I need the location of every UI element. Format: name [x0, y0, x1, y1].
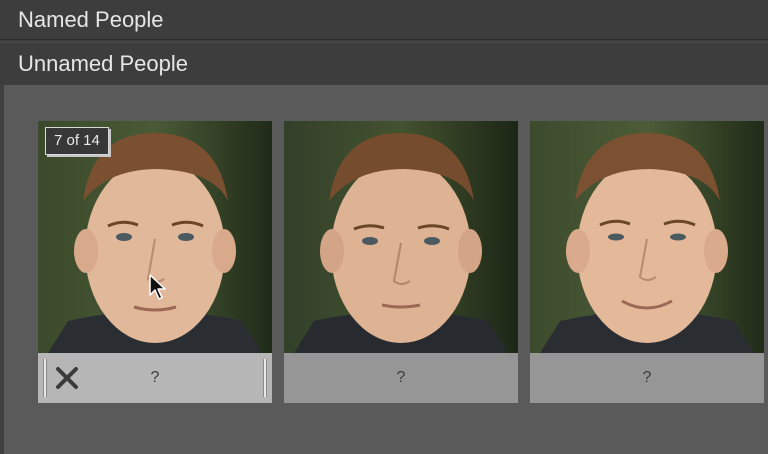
face-photo [38, 121, 272, 353]
face-card[interactable]: ? [530, 121, 764, 403]
section-title: Named People [18, 7, 164, 32]
face-name-field[interactable]: ? [530, 353, 764, 403]
label-bar-left-handle [43, 359, 47, 397]
face-photo [530, 121, 764, 353]
face-thumbnail[interactable] [530, 121, 764, 353]
face-name-field[interactable]: ? [284, 353, 518, 403]
face-name-placeholder: ? [150, 369, 160, 386]
section-header-unnamed-people[interactable]: Unnamed People [0, 42, 768, 84]
reject-face-close-icon[interactable] [54, 365, 80, 391]
section-title: Unnamed People [18, 51, 189, 76]
people-view: Named People Unnamed People ? ? ? 7 of 1… [0, 0, 768, 454]
mouse-pointer-icon [149, 274, 166, 300]
face-thumbnail[interactable] [38, 121, 272, 353]
section-header-named-people[interactable]: Named People [0, 0, 768, 40]
face-thumbnail[interactable] [284, 121, 518, 353]
label-bar-right-handle [263, 359, 267, 397]
stack-count-badge: 7 of 14 [45, 127, 109, 155]
face-card[interactable]: ? [38, 121, 272, 403]
face-name-placeholder: ? [396, 369, 406, 386]
face-card[interactable]: ? [284, 121, 518, 403]
face-photo [284, 121, 518, 353]
face-name-field[interactable]: ? [38, 353, 272, 403]
face-name-placeholder: ? [642, 369, 652, 386]
